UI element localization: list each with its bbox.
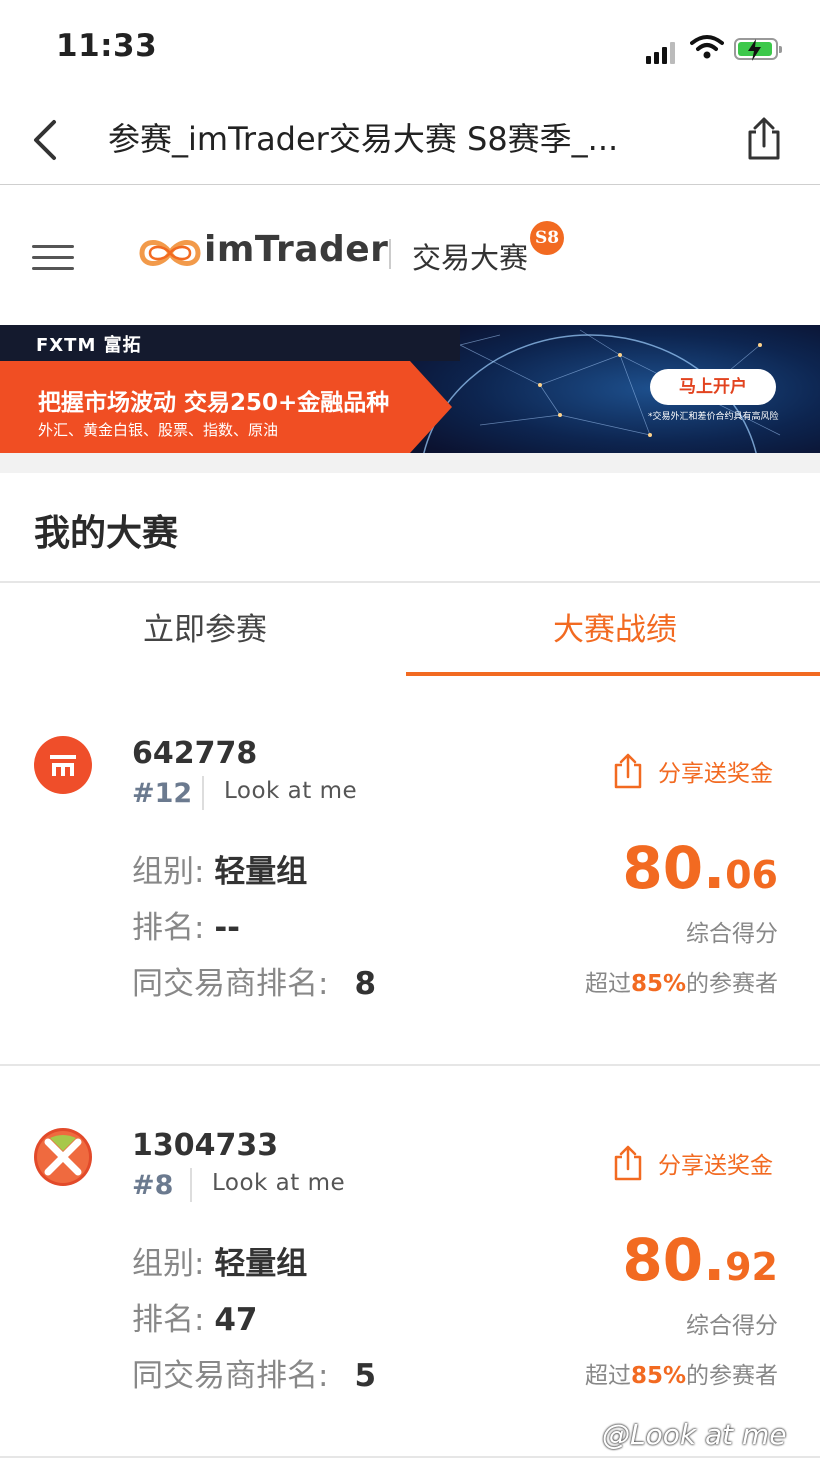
promo-banner[interactable]: FXTM 富拓 把握市场波动 交易250+金融品种 外汇、黄金白银、股票、指数、… [0, 325, 820, 453]
score-caption: 综合得分 [686, 921, 778, 947]
banner-subline: 外汇、黄金白银、股票、指数、原油 [38, 421, 279, 439]
nickname: Look at me [224, 778, 358, 804]
group-value: 轻量组 [214, 1246, 308, 1282]
fxtm-logo: FXTM 富拓 [36, 335, 142, 356]
rank-label: 排名: [132, 1302, 215, 1338]
nickname: Look at me [212, 1170, 346, 1196]
rank-row: 排名: -- [132, 902, 240, 947]
banner-headline: 把握市场波动 交易250+金融品种 [38, 390, 390, 416]
share-icon [614, 753, 642, 789]
battery-icon [734, 38, 782, 61]
watermark: @Look at me [602, 1418, 787, 1451]
broker-rank-row: 同交易商排名: 5 [132, 1350, 376, 1395]
nav-bar: 参赛_imTrader交易大赛 S8赛季_... [0, 96, 820, 185]
broker-rank-label: 同交易商排名: [132, 966, 329, 1002]
score-integer: 80. [622, 1226, 726, 1294]
status-bar: 11:33 [0, 0, 820, 96]
wifi-icon [690, 35, 724, 59]
rank-label: 排名: [132, 910, 215, 946]
back-icon[interactable] [30, 118, 60, 162]
divider [190, 1168, 192, 1202]
group-row: 组别: 轻量组 [132, 1238, 307, 1283]
divider [0, 1064, 820, 1066]
score-decimal: 92 [725, 1245, 778, 1289]
broker-rank-label: 同交易商排名: [132, 1358, 329, 1394]
score-caption: 综合得分 [686, 1313, 778, 1339]
active-tab-indicator [406, 672, 820, 676]
percentile-text: 超过85%的参赛者 [585, 1356, 778, 1390]
group-label: 组别: [132, 854, 215, 890]
percentile-text: 超过85%的参赛者 [585, 964, 778, 998]
broker-rank-value: 8 [354, 966, 377, 1002]
group-label: 组别: [132, 1246, 215, 1282]
share-bonus-button[interactable]: 分享送奖金 [612, 752, 773, 790]
rank-row: 排名: 47 [132, 1294, 257, 1339]
group-row: 组别: 轻量组 [132, 846, 307, 891]
section-title: 我的大赛 [34, 513, 179, 554]
beat-suffix: 的参赛者 [686, 1363, 778, 1389]
divider [0, 1456, 820, 1458]
page-title: 参赛_imTrader交易大赛 S8赛季_... [108, 120, 619, 158]
logo-divider [389, 239, 391, 269]
broker-rank-value: 5 [354, 1358, 377, 1394]
section-gap [0, 453, 820, 473]
composite-score: 80.92 [622, 1226, 778, 1294]
season-badge: S8 [530, 221, 564, 255]
score-decimal: 06 [725, 853, 778, 897]
signal-icon [646, 38, 680, 64]
beat-prefix: 超过 [584, 971, 631, 997]
share-bonus-label: 分享送奖金 [658, 1153, 773, 1179]
broker-rank-row: 同交易商排名: 8 [132, 958, 376, 1003]
status-time: 11:33 [56, 28, 158, 64]
divider [0, 581, 820, 583]
score-integer: 80. [622, 834, 726, 902]
rank-tag: #8 [132, 1170, 174, 1201]
open-account-button[interactable]: 马上开户 [650, 369, 776, 405]
beat-suffix: 的参赛者 [686, 971, 778, 997]
site-header: imTrader 交易大赛 S8 [0, 185, 820, 325]
account-number: 642778 [132, 736, 258, 771]
share-icon [614, 1145, 642, 1181]
divider [202, 776, 204, 810]
share-icon[interactable] [744, 116, 784, 162]
share-bonus-button[interactable]: 分享送奖金 [612, 1144, 773, 1182]
composite-score: 80.06 [622, 834, 778, 902]
tab-join-now[interactable]: 立即参赛 [0, 604, 410, 649]
brand-logo-text: imTrader [204, 229, 389, 270]
rank-tag: #12 [132, 778, 193, 809]
tab-results[interactable]: 大赛战绩 [410, 604, 820, 649]
beat-percent: 85% [630, 971, 686, 997]
broker-logo-icon [34, 736, 92, 794]
rank-value: -- [214, 910, 241, 946]
group-value: 轻量组 [214, 854, 308, 890]
account-number: 1304733 [132, 1128, 279, 1163]
broker-logo-icon [34, 1128, 92, 1186]
beat-percent: 85% [630, 1363, 686, 1389]
hamburger-menu-icon[interactable] [32, 245, 74, 278]
rank-value: 47 [214, 1302, 258, 1338]
brand-subtitle: 交易大赛 [412, 241, 529, 275]
share-bonus-label: 分享送奖金 [658, 761, 773, 787]
infinity-logo-icon [139, 240, 201, 266]
beat-prefix: 超过 [584, 1363, 631, 1389]
risk-note: *交易外汇和差价合约具有高风险 [648, 412, 779, 422]
